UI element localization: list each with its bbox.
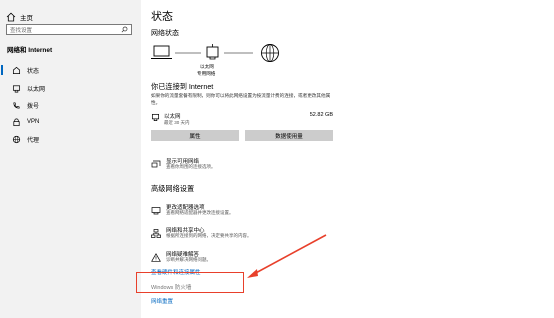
search-box[interactable]: 查找设置 — [6, 24, 132, 35]
connected-heading: 你已连接到 Internet — [151, 82, 214, 91]
option-description: 根据所连接到的网络，决定要共享的内容。 — [166, 233, 252, 238]
sidebar-item-label: VPN — [27, 119, 40, 125]
home-icon — [6, 12, 16, 22]
option-description: 诊断并解决网络问题。 — [166, 257, 211, 262]
sidebar-item-label: 拨号 — [27, 103, 40, 110]
sidebar-item-proxy[interactable]: 代理 — [0, 131, 141, 147]
network-list-icon — [151, 160, 161, 168]
search-icon[interactable] — [121, 26, 128, 33]
globe-proxy-icon — [12, 135, 21, 143]
ethernet-icon — [12, 84, 21, 92]
dialup-icon — [13, 101, 20, 109]
home-status-icon — [12, 66, 21, 74]
option-description: 查看你周围的连接选项。 — [166, 164, 216, 169]
sidebar-item-status[interactable]: 状态 — [0, 62, 141, 78]
data-usage-button[interactable]: 数据使用量 — [245, 130, 333, 141]
sidebar-home[interactable]: 主页 — [6, 11, 33, 23]
sidebar-item-label: 状态 — [27, 68, 40, 75]
troubleshoot-link[interactable]: 网络疑难解答 诊断并解决网络问题。 — [151, 250, 351, 268]
network-diagram — [151, 44, 279, 62]
globe-internet-icon — [261, 44, 279, 62]
page-title: 状态 — [151, 11, 173, 23]
ethernet-name: 以太网 — [164, 114, 181, 120]
diagram-adapter-type: 专用网络 — [197, 71, 216, 76]
sidebar-section-title: 网络和 Internet — [7, 47, 53, 54]
sidebar-item-dialup[interactable]: 拨号 — [0, 97, 141, 113]
annotation-highlight-box — [136, 272, 244, 293]
laptop-icon — [151, 45, 172, 59]
main-content: 状态 网络状态 以太网 专用网络 你已连接到 Internet 如果你的流量套餐… — [141, 0, 554, 318]
sidebar-item-label: 以太网 — [27, 86, 46, 93]
show-networks-option[interactable]: 显示可用网络 查看你周围的连接选项。 — [151, 157, 351, 175]
sidebar-item-label: 代理 — [27, 137, 40, 144]
diagram-adapter-name: 以太网 — [200, 64, 214, 69]
sidebar-item-vpn[interactable]: VPN — [0, 114, 141, 130]
sharing-center-link[interactable]: 网络和共享中心 根据所连接到的网络，决定要共享的内容。 — [151, 226, 351, 244]
ethernet-adapter-icon — [206, 44, 219, 60]
sidebar-home-label: 主页 — [20, 15, 33, 22]
option-description: 查看网络适配器并更改连接设置。 — [166, 210, 234, 215]
ethernet-usage-row: 以太网 最近 30 天内 52.82 GB — [151, 111, 333, 127]
sidebar: 主页 查找设置 网络和 Internet 状态 以太网 拨号 VPN 代理 — [0, 0, 141, 318]
adapter-options-link[interactable]: 更改适配器选项 查看网络适配器并更改连接设置。 — [151, 203, 351, 221]
connected-description: 如果你的流量套餐有限制，则你可以将此网络设置为按流量计费的连接，或者更改其他属性… — [151, 93, 331, 105]
usage-amount: 52.82 GB — [309, 112, 333, 118]
sidebar-item-ethernet[interactable]: 以太网 — [0, 80, 141, 96]
troubleshoot-warning-icon — [151, 253, 161, 262]
network-status-heading: 网络状态 — [151, 30, 179, 37]
advanced-settings-heading: 高级网络设置 — [151, 184, 195, 193]
network-reset-link[interactable]: 网络重置 — [151, 297, 173, 305]
usage-period: 最近 30 天内 — [164, 120, 190, 125]
ethernet-icon — [151, 113, 160, 122]
vpn-icon — [13, 118, 20, 126]
properties-button[interactable]: 属性 — [151, 130, 239, 141]
sharing-center-icon — [151, 229, 161, 238]
adapter-options-icon — [151, 207, 161, 215]
search-input[interactable]: 查找设置 — [10, 26, 32, 34]
